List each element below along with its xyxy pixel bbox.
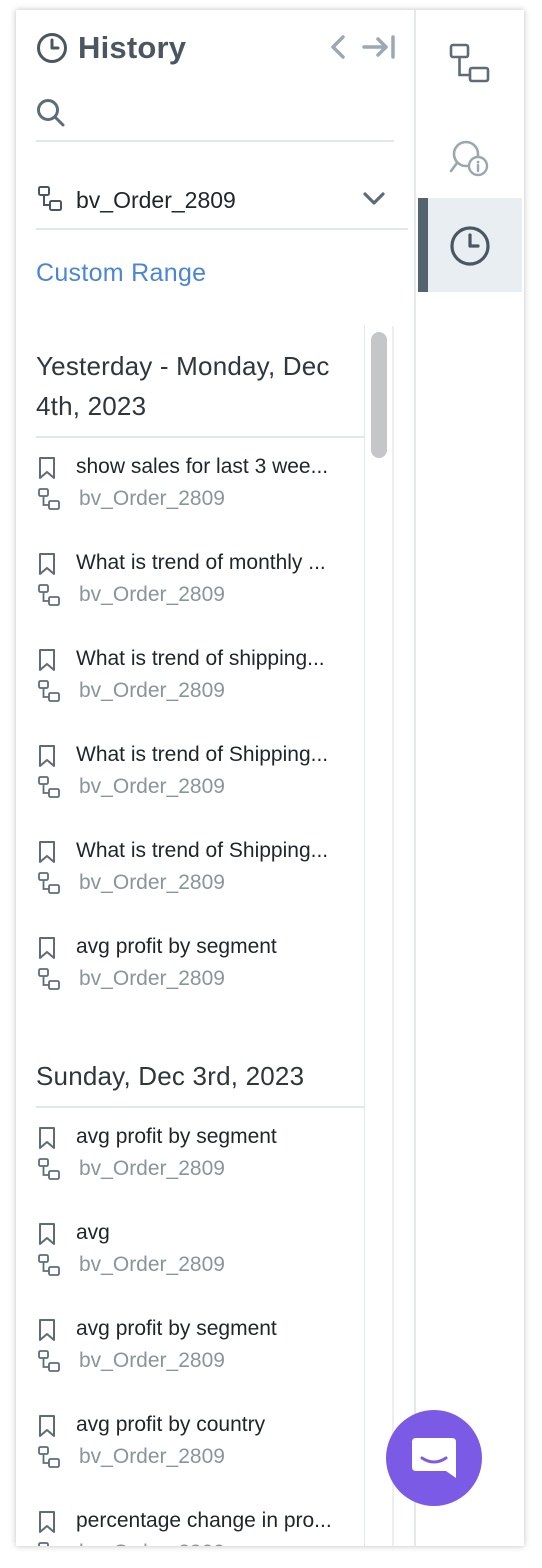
- chevron-down-icon: [363, 192, 385, 205]
- bookmark-icon[interactable]: [38, 552, 56, 576]
- history-dataset: bv_Order_2809: [79, 679, 225, 702]
- history-dataset: bv_Order_2809: [79, 871, 225, 894]
- dataset-icon: [449, 43, 490, 83]
- history-clock-icon: [450, 226, 490, 266]
- bookmark-icon[interactable]: [38, 456, 56, 480]
- history-item[interactable]: avg profit by segment bv_Order_2809: [36, 932, 364, 1002]
- bookmark-icon[interactable]: [38, 744, 56, 768]
- panel-title: History: [78, 30, 187, 65]
- group-heading: Yesterday - Monday, Dec: [36, 351, 330, 381]
- dataset-icon: [38, 1350, 60, 1372]
- history-item[interactable]: What is trend of monthly ... bv_Order_28…: [36, 548, 364, 618]
- bookmark-icon[interactable]: [38, 936, 56, 960]
- history-query: percentage change in pro...: [76, 1509, 332, 1532]
- bookmark-icon[interactable]: [38, 840, 56, 864]
- custom-range-link[interactable]: Custom Range: [36, 256, 206, 290]
- collapse-right-icon[interactable]: [362, 34, 396, 60]
- history-item[interactable]: What is trend of Shipping... bv_Order_28…: [36, 740, 364, 810]
- search-input[interactable]: [76, 96, 386, 130]
- history-query: What is trend of monthly ...: [76, 551, 326, 574]
- history-item[interactable]: percentage change in pro... bv_Order_280…: [36, 1506, 364, 1546]
- dataset-icon: [38, 872, 60, 894]
- dataset-icon: [38, 1446, 60, 1468]
- dataset-icon: [38, 488, 60, 510]
- history-dataset: bv_Order_2809: [79, 1538, 225, 1546]
- bookmark-icon[interactable]: [38, 1222, 56, 1246]
- history-query: What is trend of Shipping...: [76, 743, 329, 766]
- history-query: avg: [76, 1221, 110, 1244]
- bookmark-icon[interactable]: [38, 648, 56, 672]
- app-window: History bv_Order_2809 Custom Range Yeste…: [16, 10, 524, 1546]
- panel-header: History: [36, 28, 396, 68]
- history-item[interactable]: What is trend of Shipping... bv_Order_28…: [36, 836, 364, 906]
- history-dataset: bv_Order_2809: [79, 1253, 225, 1276]
- history-list: Yesterday - Monday, Dec 4th, 2023 show s…: [36, 326, 392, 1546]
- right-rail: [418, 10, 524, 1546]
- dataset-icon: [38, 584, 60, 606]
- history-query: What is trend of Shipping...: [76, 839, 329, 862]
- rail-history-button[interactable]: [418, 198, 522, 292]
- history-query: avg profit by segment: [76, 935, 277, 958]
- bookmark-icon[interactable]: [38, 1318, 56, 1342]
- history-dataset: bv_Order_2809: [79, 1445, 225, 1468]
- dataset-dropdown[interactable]: bv_Order_2809: [36, 178, 408, 230]
- bookmark-icon[interactable]: [38, 1510, 56, 1534]
- rail-dataset-button[interactable]: [418, 16, 522, 110]
- chat-icon: [412, 1438, 456, 1478]
- dataset-icon: [38, 680, 60, 702]
- history-item[interactable]: avg profit by segment bv_Order_2809: [36, 1314, 364, 1384]
- history-dataset: bv_Order_2809: [79, 487, 225, 510]
- scrollbar-thumb[interactable]: [371, 332, 387, 458]
- history-item[interactable]: show sales for last 3 wee... bv_Order_28…: [36, 452, 364, 522]
- history-panel: History bv_Order_2809 Custom Range Yeste…: [16, 10, 416, 1546]
- history-dataset: bv_Order_2809: [79, 583, 225, 606]
- divider: [364, 326, 365, 1546]
- bookmark-icon[interactable]: [38, 1414, 56, 1438]
- history-query: avg profit by segment: [76, 1317, 277, 1340]
- group-heading: 4th, 2023: [36, 391, 147, 421]
- search-icon: [37, 99, 65, 127]
- divider: [36, 436, 364, 438]
- rail-search-info-button[interactable]: [418, 110, 522, 204]
- clock-icon: [37, 33, 67, 63]
- history-query: What is trend of shipping...: [76, 647, 325, 670]
- dataset-icon: [38, 968, 60, 990]
- history-item[interactable]: avg bv_Order_2809: [36, 1218, 364, 1288]
- bookmark-icon[interactable]: [38, 1126, 56, 1150]
- chevron-left-icon[interactable]: [326, 34, 350, 60]
- dataset-icon: [38, 1158, 60, 1180]
- history-dataset: bv_Order_2809: [79, 1157, 225, 1180]
- history-item[interactable]: avg profit by segment bv_Order_2809: [36, 1122, 364, 1192]
- scrollbar-track[interactable]: [392, 326, 394, 1546]
- active-indicator: [418, 198, 428, 292]
- history-query: avg profit by segment: [76, 1125, 277, 1148]
- search-info-icon: [449, 140, 489, 177]
- dataset-icon: [38, 1542, 49, 1546]
- history-dataset: bv_Order_2809: [79, 967, 225, 990]
- history-item[interactable]: avg profit by country bv_Order_2809: [36, 1410, 364, 1480]
- history-query: show sales for last 3 wee...: [76, 455, 329, 478]
- history-query: avg profit by country: [76, 1413, 266, 1436]
- dataset-icon: [38, 1254, 60, 1276]
- history-item[interactable]: What is trend of shipping... bv_Order_28…: [36, 644, 364, 714]
- group-heading: Sunday, Dec 3rd, 2023: [36, 1061, 305, 1091]
- chat-launcher-button[interactable]: [386, 1410, 482, 1506]
- dataset-icon: [38, 186, 62, 211]
- history-dataset: bv_Order_2809: [79, 775, 225, 798]
- dataset-selected-label: bv_Order_2809: [76, 187, 236, 213]
- dataset-icon: [38, 776, 60, 798]
- search-bar: [36, 92, 394, 142]
- divider: [36, 1106, 364, 1108]
- history-dataset: bv_Order_2809: [79, 1349, 225, 1372]
